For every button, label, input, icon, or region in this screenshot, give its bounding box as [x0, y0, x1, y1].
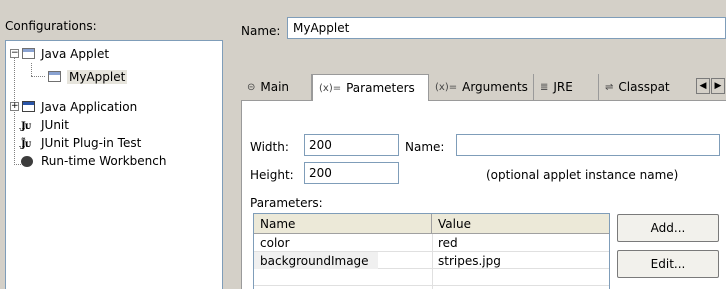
edit-parameter-button[interactable]: Edit... — [617, 250, 719, 278]
collapse-toggle[interactable]: − — [10, 49, 19, 58]
main-tab-icon: ⊝ — [247, 81, 256, 93]
configuration-name-input[interactable]: MyApplet — [287, 17, 726, 39]
height-label: Height: — [250, 168, 294, 182]
width-input[interactable]: 200 — [304, 134, 399, 156]
tree-item-java-applet[interactable]: Java Applet — [21, 45, 109, 62]
table-cell-name[interactable]: color — [254, 234, 432, 251]
height-input[interactable]: 200 — [304, 162, 399, 184]
tree-item-myapplet[interactable]: MyApplet — [47, 68, 128, 85]
parameters-table[interactable]: Name Value color red backgroundImage str… — [253, 213, 610, 289]
tab-main[interactable]: ⊝ Main — [241, 74, 312, 100]
tree-item-label: Run-time Workbench — [41, 153, 167, 168]
tab-scroll-left-button[interactable]: ◀ — [696, 78, 710, 94]
variable-icon: (x)= — [435, 81, 458, 93]
tree-line — [31, 76, 45, 77]
tree-item-label: JUnit Plug-in Test — [41, 135, 142, 150]
parameters-label: Parameters: — [250, 196, 323, 210]
add-parameter-button[interactable]: Add... — [617, 214, 719, 242]
configurations-tree[interactable]: − Java Applet MyApplet + Java Applicatio… — [5, 40, 223, 289]
tab-label: Main — [260, 80, 290, 94]
width-label: Width: — [250, 140, 289, 154]
junit-icon: Jᴜ — [21, 120, 31, 132]
tab-jre[interactable]: ≣ JRE — [534, 74, 599, 100]
tree-item-java-application[interactable]: Java Application — [21, 98, 137, 115]
workbench-icon — [21, 154, 37, 168]
junit-plugin-icon: J̃ᴜ — [21, 138, 31, 150]
tree-line — [31, 63, 32, 76]
tree-item-junit[interactable]: Jᴜ JUnit — [21, 116, 69, 133]
instance-name-hint: (optional applet instance name) — [486, 168, 679, 182]
tab-label: JRE — [553, 80, 573, 94]
classpath-icon: ⇌ — [605, 81, 614, 93]
table-cell-value[interactable]: stripes.jpg — [432, 252, 609, 269]
tab-classpath[interactable]: ⇌ Classpat — [599, 74, 701, 100]
tree-item-label: Java Application — [41, 99, 138, 114]
tab-parameters[interactable]: (x)= Parameters — [312, 74, 429, 101]
tree-item-label: Java Applet — [41, 46, 110, 61]
applet-icon — [21, 47, 37, 61]
tab-arguments[interactable]: (x)= Arguments — [429, 74, 534, 100]
applet-icon — [47, 70, 63, 84]
variable-icon: (x)= — [319, 82, 342, 94]
tree-item-runtime-workbench[interactable]: Run-time Workbench — [21, 152, 166, 169]
library-icon: ≣ — [540, 81, 549, 93]
application-icon — [21, 100, 37, 114]
tab-label: Classpat — [618, 80, 670, 94]
tab-label: Parameters — [346, 81, 415, 95]
tab-label: Arguments — [462, 80, 528, 94]
tree-item-label: MyApplet — [67, 69, 128, 84]
expand-toggle[interactable]: + — [10, 102, 19, 111]
name-label: Name: — [241, 24, 281, 38]
table-cell-name[interactable]: backgroundImage — [254, 252, 378, 269]
tree-item-label: JUnit — [41, 117, 69, 132]
column-header-name[interactable]: Name — [254, 214, 432, 234]
configurations-title: Configurations: — [5, 19, 97, 33]
instance-name-input[interactable] — [456, 134, 720, 156]
row-divider — [254, 285, 609, 286]
tree-item-junit-plugin-test[interactable]: J̃ᴜ JUnit Plug-in Test — [21, 134, 141, 151]
instance-name-label: Name: — [405, 140, 445, 154]
table-cell-value[interactable]: red — [432, 234, 609, 251]
column-header-value[interactable]: Value — [432, 214, 609, 234]
tab-strip: ⊝ Main (x)= Parameters (x)= Arguments ≣ … — [241, 74, 726, 101]
tab-scroll-right-button[interactable]: ▶ — [711, 78, 725, 94]
